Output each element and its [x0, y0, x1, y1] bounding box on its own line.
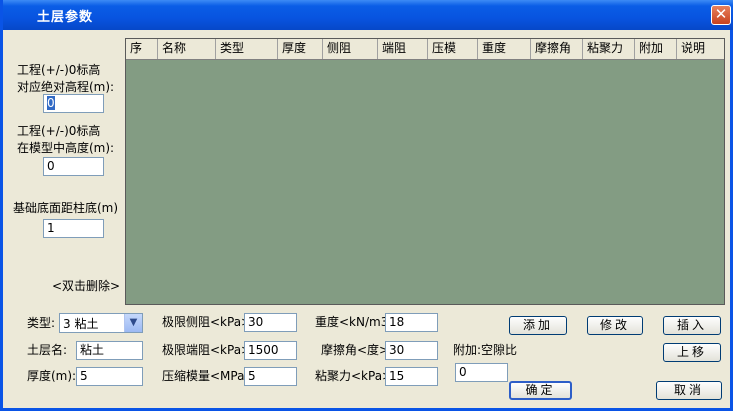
move-up-button[interactable]: 上移 [663, 343, 721, 362]
column-header[interactable]: 名称 [158, 39, 216, 59]
window-title: 土层参数 [37, 10, 94, 25]
grid-header: 序 名称 类型 厚度 侧阻 端阻 压模 重度 摩擦角 粘聚力 附加 说明 [126, 39, 724, 60]
thickness-input[interactable]: 5 [76, 367, 143, 386]
type-label: 类型: [27, 316, 56, 330]
type-select[interactable]: 3 粘土 ▼ [59, 313, 143, 333]
soil-layer-grid[interactable]: 序 名称 类型 厚度 侧阻 端阻 压模 重度 摩擦角 粘聚力 附加 说明 [125, 38, 725, 305]
title-bar[interactable]: 土层参数 ✕ [3, 0, 733, 30]
column-header[interactable]: 粘聚力 [583, 39, 635, 59]
side-resistance-input[interactable]: 30 [244, 313, 297, 332]
base-elev-label: 工程(+/-)0标高 对应绝对高程(m): [17, 63, 115, 94]
column-header[interactable]: 附加 [635, 39, 677, 59]
layer-name-input[interactable]: 粘土 [76, 341, 143, 360]
end-resistance-input[interactable]: 1500 [244, 341, 297, 360]
column-header[interactable]: 厚度 [278, 39, 323, 59]
extra-value-input[interactable]: 0 [455, 363, 508, 382]
friction-angle-label: 摩擦角<度> [321, 343, 390, 357]
chevron-down-icon[interactable]: ▼ [124, 314, 142, 332]
modify-button[interactable]: 修改 [587, 316, 643, 335]
column-header[interactable]: 序 [126, 39, 158, 59]
thickness-label: 厚度(m): [27, 369, 77, 383]
compression-modulus-input[interactable]: 5 [244, 367, 297, 386]
column-header[interactable]: 压模 [428, 39, 478, 59]
friction-angle-input[interactable]: 30 [385, 341, 438, 360]
compression-modulus-label: 压缩模量<MPa> [162, 369, 255, 383]
cohesion-input[interactable]: 15 [385, 367, 438, 386]
type-value: 3 粘土 [63, 317, 99, 331]
extra-void-ratio-label: 附加:空隙比 [453, 343, 518, 357]
cohesion-label: 粘聚力<kPa> [315, 369, 393, 383]
layer-name-label: 土层名: [27, 343, 68, 357]
cancel-button[interactable]: 取消 [656, 381, 722, 400]
absolute-elevation-input[interactable]: 0 [43, 94, 104, 113]
column-header[interactable]: 重度 [478, 39, 531, 59]
model-height-input[interactable]: 0 [43, 157, 104, 176]
column-header[interactable]: 端阻 [378, 39, 428, 59]
side-resistance-label: 极限侧阻<kPa> [162, 315, 252, 329]
ok-button[interactable]: 确定 [509, 381, 572, 400]
foundation-depth-label: 基础底面距柱底(m) [13, 201, 119, 215]
column-header[interactable]: 说明 [677, 39, 724, 59]
unit-weight-input[interactable]: 18 [385, 313, 438, 332]
double-click-delete-hint: <双击删除> [52, 279, 121, 293]
close-icon[interactable]: ✕ [711, 5, 731, 25]
add-button[interactable]: 添加 [509, 316, 567, 335]
column-header[interactable]: 摩擦角 [531, 39, 583, 59]
insert-button[interactable]: 插入 [663, 316, 721, 335]
end-resistance-label: 极限端阻<kPa> [162, 343, 252, 357]
column-header[interactable]: 侧阻 [323, 39, 378, 59]
column-header[interactable]: 类型 [216, 39, 278, 59]
foundation-depth-input[interactable]: 1 [43, 219, 104, 238]
model-height-label: 工程(+/-)0标高 在模型中高度(m): [17, 124, 115, 155]
soil-params-dialog: 土层参数 ✕ 工程(+/-)0标高 对应绝对高程(m): 0 工程(+/-)0标… [0, 0, 733, 411]
